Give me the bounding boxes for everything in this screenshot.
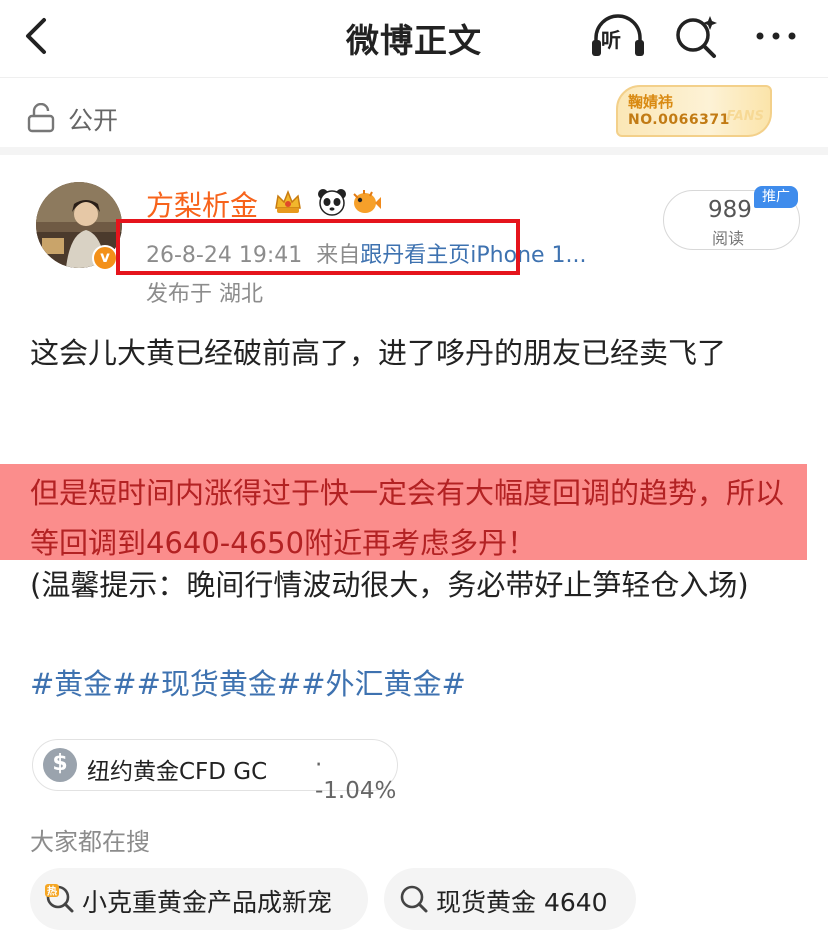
annotation-highlight-box xyxy=(116,219,520,275)
search-icon xyxy=(398,883,430,915)
search-chip[interactable]: 现货黄金 4640 xyxy=(384,868,636,930)
svg-text:热: 热 xyxy=(47,885,57,898)
fans-badge[interactable]: 鞠婧祎 NO.0066371 FANS xyxy=(616,85,772,137)
fans-badge-tag: FANS xyxy=(726,109,764,124)
read-count-label: 阅读 xyxy=(712,229,745,248)
section-title: 大家都在搜 xyxy=(30,828,150,856)
stock-change: · -1.04% xyxy=(315,752,397,804)
post-paragraph-3: (温馨提示：晚间行情波动很大，务必带好止笋轻仓入场) xyxy=(30,568,749,602)
crown-badge-icon[interactable] xyxy=(272,186,304,218)
post-paragraph-1: 这会儿大黄已经破前高了，进了哆丹的朋友已经卖飞了 xyxy=(30,336,727,370)
hot-search-icon: 热 xyxy=(44,883,76,915)
visibility-label: 公开 xyxy=(68,106,119,135)
listen-button[interactable]: 听 xyxy=(590,10,646,62)
stock-quote-card[interactable]: $ 纽约黄金CFD GC · -1.04% xyxy=(32,739,398,804)
fans-badge-number: NO.0066371 xyxy=(628,112,730,128)
stock-name: 纽约黄金CFD GC xyxy=(87,759,268,785)
read-count: 989 xyxy=(708,197,752,223)
more-options-icon[interactable] xyxy=(748,16,804,56)
listen-label: 听 xyxy=(601,28,621,52)
search-chip-text: 小克重黄金产品成新宠 xyxy=(82,888,333,917)
verified-badge-icon: v xyxy=(92,245,118,271)
pufferfish-badge-icon[interactable] xyxy=(350,186,382,218)
promote-badge[interactable]: 推广 xyxy=(754,186,798,208)
hashtag-links[interactable]: #黄金##现货黄金##外汇黄金# xyxy=(30,662,466,706)
top-nav-bar: 微博正文 听 xyxy=(0,0,828,78)
search-chip-text: 现货黄金 4640 xyxy=(436,888,608,917)
search-chip[interactable]: 热 小克重黄金产品成新宠 xyxy=(30,868,368,930)
fans-badge-name: 鞠婧祎 xyxy=(628,93,674,111)
author-name[interactable]: 方梨析金 xyxy=(146,184,258,224)
post-location: 发布于 湖北 xyxy=(146,282,263,307)
visibility-row: 公开 鞠婧祎 NO.0066371 FANS xyxy=(0,79,828,155)
post-paragraph-2: 但是短时间内涨得过于快一定会有大幅度回调的趋势，所以等回调到4640-4650附… xyxy=(30,476,785,560)
search-sparkle-icon xyxy=(676,16,717,58)
search-button[interactable] xyxy=(672,12,722,62)
unlock-icon xyxy=(26,102,56,133)
panda-badge-icon[interactable] xyxy=(316,186,348,218)
dollar-icon: $ xyxy=(43,748,77,782)
